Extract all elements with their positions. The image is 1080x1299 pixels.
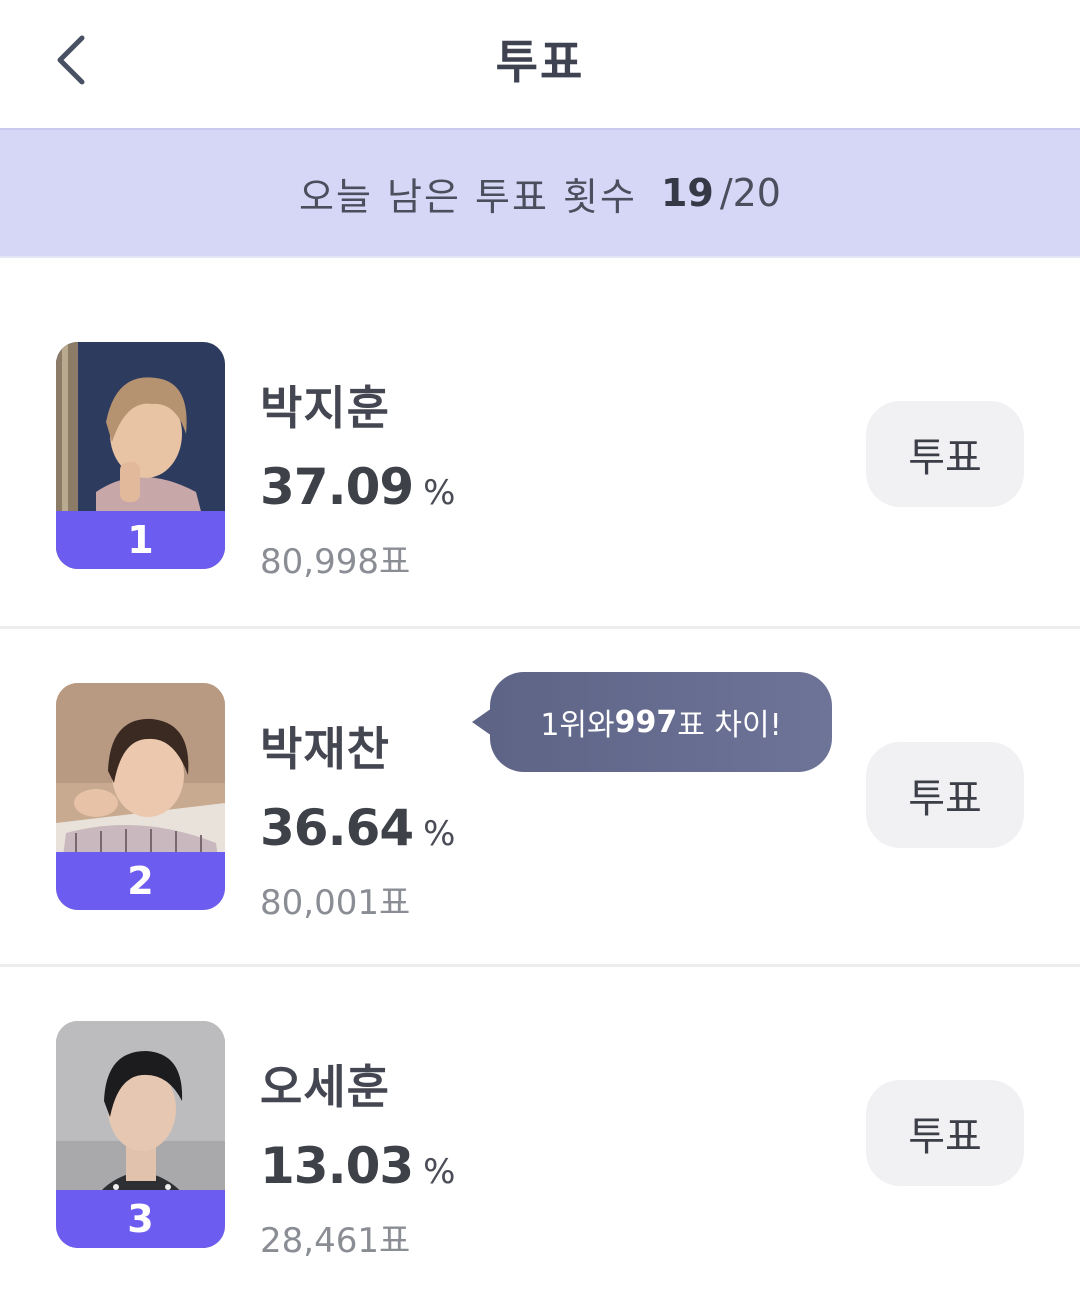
- percentage-value: 13.03: [260, 1137, 414, 1195]
- percentage-unit: %: [423, 814, 456, 854]
- page-title: 투표: [495, 35, 585, 89]
- vote-gap-tooltip: 1위와 997 표 차이!: [472, 672, 832, 772]
- vote-button[interactable]: 투표: [866, 401, 1024, 507]
- remaining-votes-count: 19: [660, 171, 714, 215]
- vote-count: 28,461표: [260, 1221, 411, 1261]
- vote-count: 80,001표: [260, 883, 411, 923]
- vote-button[interactable]: 투표: [866, 1080, 1024, 1186]
- candidate-photo: 2: [56, 683, 225, 910]
- candidate-name: 오세훈: [260, 1060, 390, 1114]
- vote-count: 80,998표: [260, 542, 411, 582]
- vote-screen: 투표 오늘 남은 투표 횟수 19 /20 1 박지훈 37.09% 80,99…: [0, 0, 1080, 1299]
- candidate-row: 3 오세훈 13.03% 28,461표 투표: [0, 964, 1080, 1299]
- candidate-photo: 1: [56, 342, 225, 569]
- tooltip-suffix: 표 차이!: [677, 708, 782, 743]
- tooltip-gap-count: 997: [614, 704, 678, 740]
- vote-percentage: 36.64%: [260, 799, 455, 857]
- percentage-unit: %: [423, 473, 456, 513]
- candidate-photo: 3: [56, 1021, 225, 1248]
- candidate-row: 1 박지훈 37.09% 80,998표 투표: [0, 288, 1080, 626]
- percentage-unit: %: [423, 1152, 456, 1192]
- vote-button[interactable]: 투표: [866, 742, 1024, 848]
- vote-percentage: 37.09%: [260, 458, 455, 516]
- rank-badge: 3: [56, 1190, 225, 1248]
- candidate-name: 박재찬: [260, 722, 390, 776]
- tooltip-prefix: 1위와: [540, 708, 615, 743]
- percentage-value: 37.09: [260, 458, 414, 516]
- vote-percentage: 13.03%: [260, 1137, 455, 1195]
- total-votes-count: /20: [719, 171, 781, 215]
- rank-badge: 1: [56, 511, 225, 569]
- percentage-value: 36.64: [260, 799, 414, 857]
- remaining-votes-label: 오늘 남은 투표 횟수: [299, 174, 637, 219]
- candidate-name: 박지훈: [260, 381, 390, 435]
- header: 투표: [0, 0, 1080, 128]
- remaining-votes-banner: 오늘 남은 투표 횟수 19 /20: [0, 128, 1080, 258]
- rank-badge: 2: [56, 852, 225, 910]
